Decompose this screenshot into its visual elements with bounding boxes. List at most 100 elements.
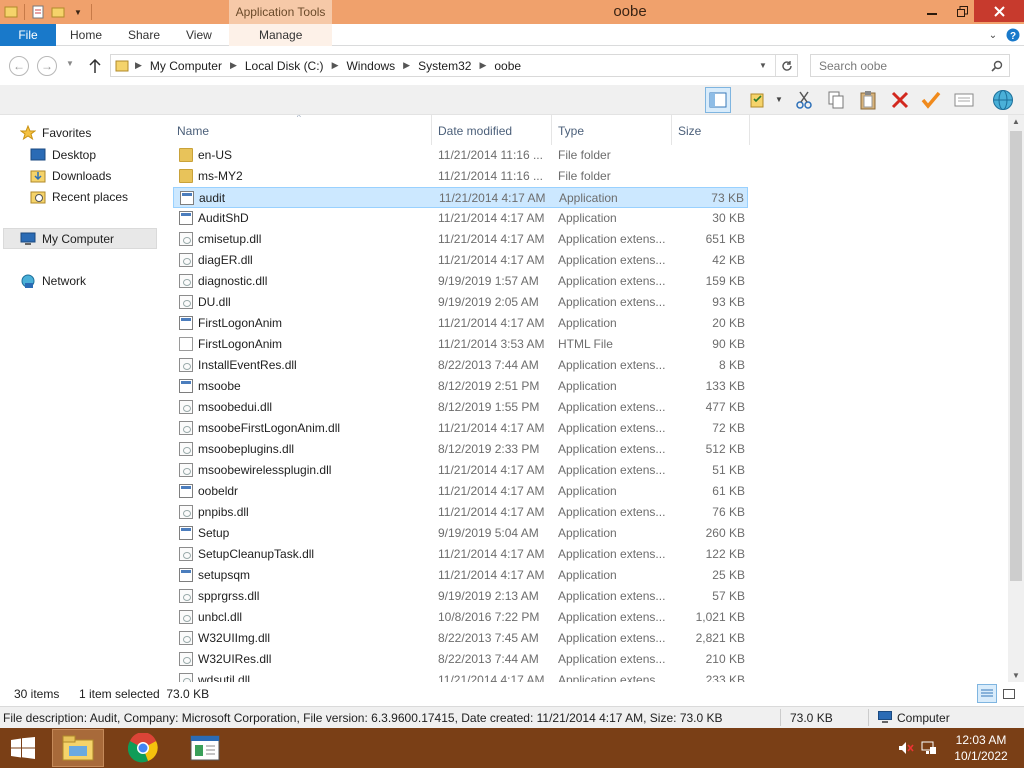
table-row[interactable]: en-US 11/21/2014 11:16 ... File folder — [173, 145, 748, 166]
nav-my-computer[interactable]: My Computer — [20, 229, 114, 249]
large-icons-view-button[interactable] — [999, 684, 1019, 703]
internet-button[interactable] — [990, 87, 1016, 113]
help-button[interactable]: ? — [1004, 26, 1022, 44]
dll-file-icon — [179, 442, 193, 456]
nav-desktop[interactable]: Desktop — [30, 145, 96, 165]
breadcrumb-my-computer[interactable]: My Computer — [150, 59, 222, 73]
table-row[interactable]: msoobeplugins.dll 8/12/2019 2:33 PM Applic… — [173, 439, 748, 460]
table-row[interactable]: pnpibs.dll 11/21/2014 4:17 AM Application … — [173, 502, 748, 523]
breadcrumb-oobe[interactable]: oobe — [494, 59, 521, 73]
folder-icon — [179, 169, 193, 183]
table-row[interactable]: W32UIImg.dll 8/22/2013 7:45 AM Application… — [173, 628, 748, 649]
scrollbar-thumb[interactable] — [1010, 131, 1022, 581]
file-type: Application extens... — [558, 253, 666, 267]
table-row[interactable]: msoobe 8/12/2019 2:51 PM Application 133 KB — [173, 376, 748, 397]
file-name: msoobedui.dll — [198, 400, 273, 414]
title-bar: ▼ Application Tools oobe — [0, 0, 1024, 24]
table-row[interactable]: oobeldr 11/21/2014 4:17 AM Application 61 K… — [173, 481, 748, 502]
start-button[interactable] — [8, 736, 38, 760]
network-status-icon[interactable] — [921, 728, 937, 768]
delete-button[interactable] — [887, 87, 913, 113]
new-folder-icon[interactable] — [49, 3, 67, 21]
restore-icon — [956, 5, 968, 17]
file-date: 8/12/2019 2:51 PM — [438, 379, 540, 393]
restore-button[interactable] — [948, 0, 976, 22]
search-input[interactable]: Search oobe — [810, 54, 1010, 77]
rename-button[interactable] — [918, 87, 944, 113]
search-placeholder: Search oobe — [819, 58, 888, 73]
table-row[interactable]: unbcl.dll 10/8/2016 7:22 PM Application ex… — [173, 607, 748, 628]
table-row[interactable]: W32UIRes.dll 8/22/2013 7:44 AM Application… — [173, 649, 748, 670]
file-date: 11/21/2014 11:16 ... — [438, 169, 543, 183]
table-row[interactable]: msoobedui.dll 8/12/2019 1:55 PM Applicatio… — [173, 397, 748, 418]
column-header-type[interactable]: Type — [558, 119, 584, 143]
scroll-up-arrow[interactable]: ▲ — [1012, 117, 1020, 126]
dll-file-icon — [179, 673, 193, 682]
application-icon — [179, 379, 193, 393]
nav-downloads-label: Downloads — [52, 169, 112, 183]
details-view-button[interactable] — [977, 684, 997, 703]
tab-view[interactable]: View — [186, 24, 212, 46]
file-size: 233 KB — [705, 673, 745, 682]
forward-button[interactable]: → — [37, 56, 57, 76]
table-row[interactable]: DU.dll 9/19/2019 2:05 AM Application exten… — [173, 292, 748, 313]
up-button[interactable] — [86, 56, 104, 76]
column-header-name[interactable]: Name — [177, 119, 209, 143]
select-dropdown-icon[interactable]: ▼ — [775, 95, 783, 104]
refresh-button[interactable] — [775, 55, 797, 76]
address-bar[interactable]: ▶ My Computer ▶ Local Disk (C:) ▶ Window… — [110, 54, 798, 77]
clock[interactable]: 12:03 AM 10/1/2022 — [946, 728, 1016, 768]
table-row[interactable]: SetupCleanupTask.dll 11/21/2014 4:17 AM Ap… — [173, 544, 748, 565]
table-row[interactable]: spprgrss.dll 9/19/2019 2:13 AM Application… — [173, 586, 748, 607]
table-row[interactable]: ms-MY2 11/21/2014 11:16 ... File folder — [173, 166, 748, 187]
table-row[interactable]: msoobeFirstLogonAnim.dll 11/21/2014 4:17 … — [173, 418, 748, 439]
properties-button[interactable] — [951, 87, 977, 113]
column-header-size[interactable]: Size — [678, 119, 701, 143]
table-row[interactable]: FirstLogonAnim 11/21/2014 3:53 AM HTML Fil… — [173, 334, 748, 355]
close-button[interactable] — [974, 0, 1024, 22]
cut-button[interactable] — [791, 87, 817, 113]
tab-manage[interactable]: Manage — [259, 24, 302, 46]
table-row[interactable]: wdsutil.dll 11/21/2014 4:17 AM Application… — [173, 670, 748, 682]
item-count: 30 items — [14, 687, 60, 701]
nav-downloads[interactable]: Downloads — [30, 166, 111, 186]
address-dropdown-button[interactable]: ▼ — [759, 61, 767, 70]
table-row[interactable]: diagnostic.dll 9/19/2019 1:57 AM Applicati… — [173, 271, 748, 292]
nav-favorites[interactable]: Favorites — [20, 123, 91, 143]
taskbar-app-window[interactable] — [179, 729, 231, 767]
vertical-scrollbar[interactable]: ▲ ▼ — [1008, 115, 1024, 682]
customize-qat-icon[interactable]: ▼ — [69, 3, 87, 21]
tab-share[interactable]: Share — [128, 24, 160, 46]
volume-muted-icon[interactable] — [898, 728, 914, 768]
breadcrumb-windows[interactable]: Windows — [346, 59, 395, 73]
copy-button[interactable] — [823, 87, 849, 113]
table-row[interactable]: InstallEventRes.dll 8/22/2013 7:44 AM Appl… — [173, 355, 748, 376]
nav-network[interactable]: Network — [20, 271, 86, 291]
properties-icon[interactable] — [29, 3, 47, 21]
column-header-date[interactable]: Date modified — [438, 119, 512, 143]
scroll-down-arrow[interactable]: ▼ — [1012, 671, 1020, 680]
tab-file[interactable]: File — [0, 24, 56, 46]
table-row[interactable]: Setup 9/19/2019 5:04 AM Application 260 KB — [173, 523, 748, 544]
table-row[interactable]: cmisetup.dll 11/21/2014 4:17 AM Applicatio… — [173, 229, 748, 250]
back-button[interactable]: ← — [9, 56, 29, 76]
paste-button[interactable] — [855, 87, 881, 113]
breadcrumb-local-disk[interactable]: Local Disk (C:) — [245, 59, 324, 73]
breadcrumb-system32[interactable]: System32 — [418, 59, 471, 73]
table-row[interactable]: FirstLogonAnim 11/21/2014 4:17 AM Applicat… — [173, 313, 748, 334]
select-button[interactable] — [745, 87, 771, 113]
table-row[interactable]: AuditShD 11/21/2014 4:17 AM Application 30 … — [173, 208, 748, 229]
file-type: Application — [558, 484, 617, 498]
tab-home[interactable]: Home — [70, 24, 102, 46]
table-row[interactable]: diagER.dll 11/21/2014 4:17 AM Application … — [173, 250, 748, 271]
preview-pane-button[interactable] — [705, 87, 731, 113]
minimize-button[interactable] — [918, 0, 946, 22]
taskbar-chrome[interactable] — [117, 729, 169, 767]
recent-locations-button[interactable]: ▼ — [66, 59, 74, 68]
table-row[interactable]: setupsqm 11/21/2014 4:17 AM Application 25 … — [173, 565, 748, 586]
table-row[interactable]: msoobewirelessplugin.dll 11/21/2014 4:17 … — [173, 460, 748, 481]
table-row[interactable]: audit 11/21/2014 4:17 AM Application 73 KB — [173, 187, 748, 208]
nav-recent-places[interactable]: Recent places — [30, 187, 128, 207]
taskbar-file-explorer[interactable] — [52, 729, 104, 767]
expand-ribbon-button[interactable]: ⌄ — [985, 26, 1001, 44]
